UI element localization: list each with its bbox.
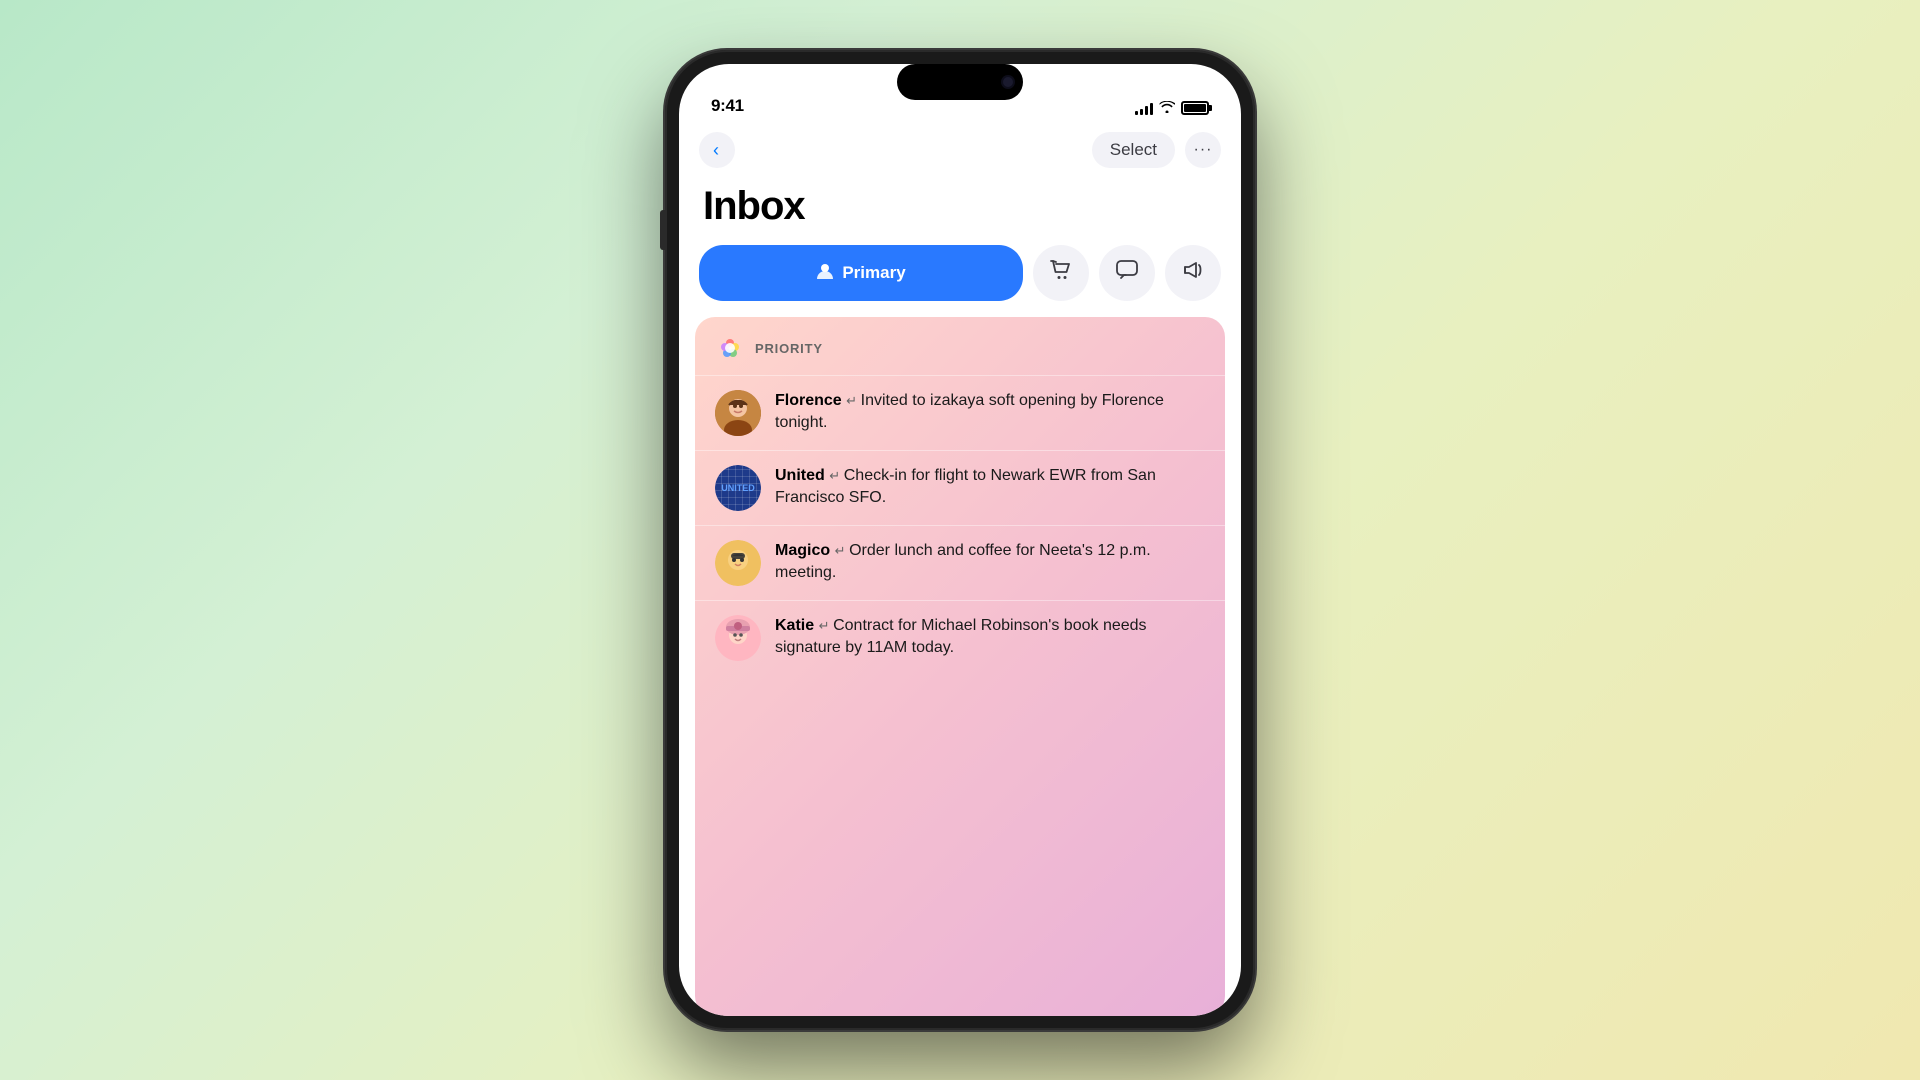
camera-dot <box>1003 77 1013 87</box>
priority-label: PRIORITY <box>755 341 823 356</box>
avatar-florence <box>715 390 761 436</box>
primary-person-icon <box>816 262 834 285</box>
nav-bar: ‹ Select ··· <box>679 124 1241 180</box>
tab-shopping[interactable] <box>1033 245 1089 301</box>
email-list: Florence ↵ Invited to izakaya soft openi… <box>695 375 1225 675</box>
status-icons <box>1135 100 1209 116</box>
arrow-icon-magico: ↵ <box>835 543 850 558</box>
tab-promotions[interactable] <box>1165 245 1221 301</box>
priority-section: PRIORITY <box>695 317 1225 1016</box>
email-subject-united: United ↵ Check-in for flight to Newark E… <box>775 465 1205 510</box>
wifi-icon <box>1159 100 1175 116</box>
status-time: 9:41 <box>711 96 744 116</box>
tab-primary[interactable]: Primary <box>699 245 1023 301</box>
battery-fill <box>1184 104 1206 112</box>
priority-icon <box>715 333 745 363</box>
nav-actions: Select ··· <box>1092 132 1221 168</box>
page-title-section: Inbox <box>679 180 1241 245</box>
email-content-magico: Magico ↵ Order lunch and coffee for Neet… <box>775 540 1205 585</box>
phone-screen: 9:41 <box>679 64 1241 1016</box>
tab-messages[interactable] <box>1099 245 1155 301</box>
sender-united: United <box>775 467 825 484</box>
email-subject-magico: Magico ↵ Order lunch and coffee for Neet… <box>775 540 1205 585</box>
avatar-magico <box>715 540 761 586</box>
email-subject-katie: Katie ↵ Contract for Michael Robinson's … <box>775 615 1205 660</box>
avatar-katie <box>715 615 761 661</box>
back-chevron-icon: ‹ <box>713 140 719 161</box>
arrow-icon-katie: ↵ <box>819 618 834 633</box>
sender-magico: Magico <box>775 542 830 559</box>
select-button[interactable]: Select <box>1092 132 1175 168</box>
signal-bar-3 <box>1145 106 1148 115</box>
email-item-katie[interactable]: Katie ↵ Contract for Michael Robinson's … <box>695 600 1225 675</box>
signal-bar-4 <box>1150 103 1153 115</box>
sender-katie: Katie <box>775 617 814 634</box>
email-item-magico[interactable]: Magico ↵ Order lunch and coffee for Neet… <box>695 525 1225 600</box>
signal-bar-2 <box>1140 109 1143 115</box>
more-dots-icon: ··· <box>1194 141 1213 159</box>
email-subject-florence: Florence ↵ Invited to izakaya soft openi… <box>775 390 1205 435</box>
arrow-icon-florence: ↵ <box>846 393 861 408</box>
phone-wrapper: 9:41 <box>665 50 1255 1030</box>
avatar-united: UNITED <box>715 465 761 511</box>
more-button[interactable]: ··· <box>1185 132 1221 168</box>
email-item-florence[interactable]: Florence ↵ Invited to izakaya soft openi… <box>695 375 1225 450</box>
email-content-florence: Florence ↵ Invited to izakaya soft openi… <box>775 390 1205 435</box>
tab-primary-label: Primary <box>842 263 905 283</box>
email-item-united[interactable]: UNITED United ↵ Check-in for flight to N… <box>695 450 1225 525</box>
battery-icon <box>1181 101 1209 115</box>
sender-florence: Florence <box>775 392 842 409</box>
email-content-katie: Katie ↵ Contract for Michael Robinson's … <box>775 615 1205 660</box>
bubble-icon <box>1116 260 1138 286</box>
arrow-icon-united: ↵ <box>829 468 844 483</box>
select-label: Select <box>1110 140 1157 159</box>
cart-icon <box>1050 260 1072 286</box>
signal-bars-icon <box>1135 101 1153 115</box>
dynamic-island <box>897 64 1023 100</box>
back-button[interactable]: ‹ <box>699 132 735 168</box>
email-preview-magico: Order lunch and coffee for Neeta's 12 p.… <box>775 542 1151 581</box>
tab-bar: Primary <box>679 245 1241 317</box>
phone-frame: 9:41 <box>665 50 1255 1030</box>
page-title: Inbox <box>703 184 1217 229</box>
priority-header: PRIORITY <box>695 317 1225 375</box>
email-content-united: United ↵ Check-in for flight to Newark E… <box>775 465 1205 510</box>
signal-bar-1 <box>1135 111 1138 115</box>
megaphone-icon <box>1182 260 1204 286</box>
